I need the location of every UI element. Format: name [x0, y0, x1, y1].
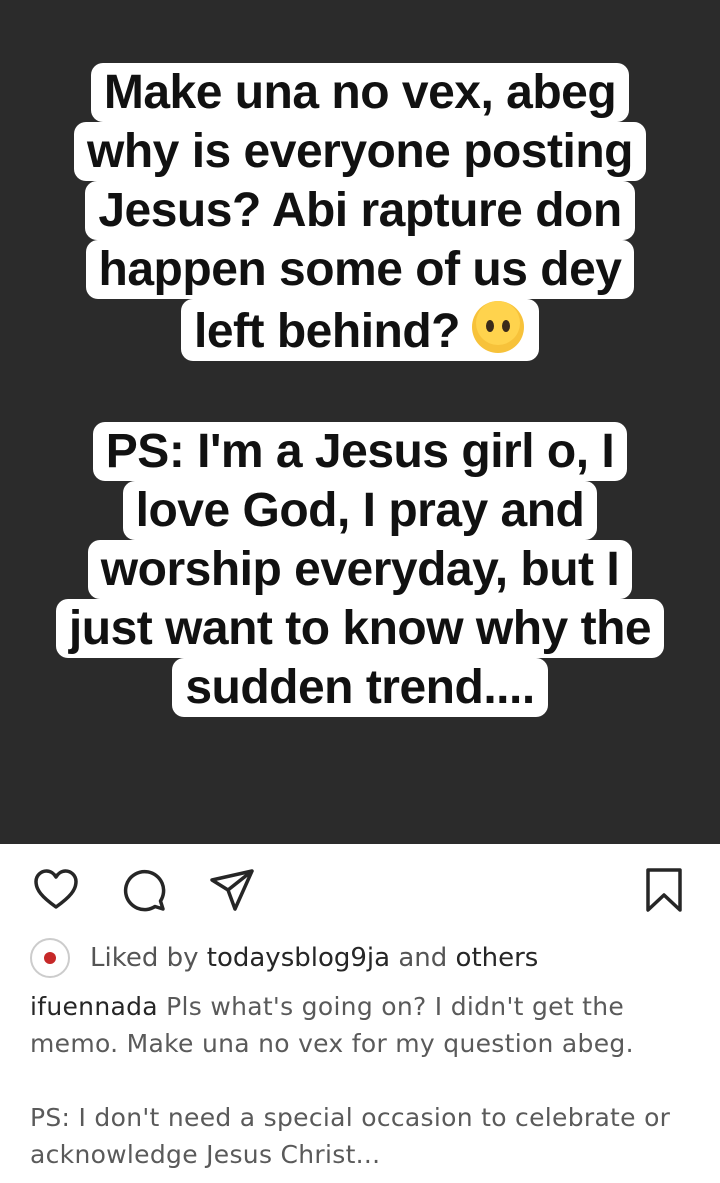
story-line: just want to know why the: [55, 599, 665, 658]
caption-first-paragraph: ifuennada Pls what's going on? I didn't …: [30, 988, 700, 1062]
story-line: why is everyone posting: [74, 122, 646, 181]
caption-username-link[interactable]: ifuennada: [30, 992, 158, 1021]
neutral-face-emoji-icon: [470, 299, 526, 355]
comment-icon[interactable]: [120, 866, 168, 914]
story-text-block-2: PS: I'm a Jesus girl o, I love God, I pr…: [0, 422, 720, 717]
liker-avatar[interactable]: [30, 938, 70, 978]
liker-username-link[interactable]: todaysblog9ja: [207, 943, 390, 973]
story-line: left behind?: [181, 299, 539, 361]
story-line: happen some of us dey: [85, 240, 635, 299]
share-icon[interactable]: [208, 866, 256, 914]
likes-prefix: Liked by: [90, 943, 199, 973]
story-line: Make una no vex, abeg: [90, 63, 630, 122]
likes-row: Liked by todaysblog9ja and others: [30, 936, 538, 980]
story-line: Jesus? Abi rapture don: [85, 181, 635, 240]
likes-conjunction: and: [398, 943, 448, 973]
heart-icon[interactable]: [32, 866, 80, 914]
story-line: worship everyday, but I: [87, 540, 633, 599]
story-line: love God, I pray and: [122, 481, 598, 540]
story-line: PS: I'm a Jesus girl o, I: [92, 422, 628, 481]
bookmark-icon[interactable]: [640, 866, 688, 914]
story-line-text: left behind?: [194, 305, 460, 358]
story-line: sudden trend....: [172, 658, 548, 717]
post-image[interactable]: Make una no vex, abeg why is everyone po…: [0, 0, 720, 844]
caption-second-paragraph: PS: I don't need a special occasion to c…: [30, 1103, 671, 1169]
post-action-bar: [0, 844, 720, 934]
likes-others-link[interactable]: others: [456, 943, 539, 973]
story-text-block-1: Make una no vex, abeg why is everyone po…: [0, 63, 720, 361]
avatar-logo-icon: [44, 952, 56, 964]
post-caption: ifuennada Pls what's going on? I didn't …: [30, 988, 700, 1173]
